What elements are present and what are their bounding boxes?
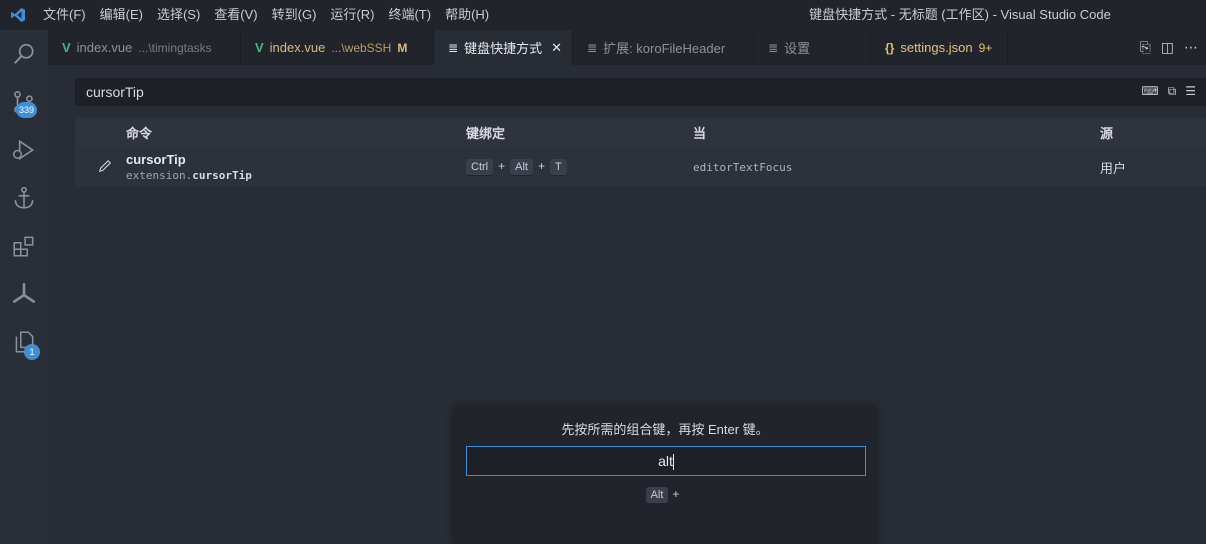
activity-search[interactable]: [0, 30, 48, 78]
activity-bar: 339 1: [0, 30, 48, 544]
menu-go[interactable]: 转到(G): [265, 0, 324, 30]
menu-file[interactable]: 文件(F): [36, 0, 93, 30]
activity-extensions[interactable]: [0, 222, 48, 270]
keybindings-search-input[interactable]: cursorTip ⌨ ⧉ ☰: [75, 78, 1206, 106]
files-badge: 1: [24, 344, 40, 360]
close-icon[interactable]: ✕: [551, 40, 562, 56]
menu-help[interactable]: 帮助(H): [438, 0, 496, 30]
menu-view[interactable]: 查看(V): [207, 0, 264, 30]
menu-run[interactable]: 运行(R): [323, 0, 381, 30]
tab-description: ...\webSSH: [331, 40, 392, 55]
activity-source-control[interactable]: 339: [0, 78, 48, 126]
problems-count: 9+: [978, 40, 993, 55]
tri-branch-icon: [12, 282, 36, 303]
activity-run-debug[interactable]: [0, 126, 48, 174]
modified-status: M: [397, 40, 408, 55]
tab-index-vue-timingtasks[interactable]: V index.vue ...\timingtasks: [48, 30, 241, 65]
define-keybinding-widget: 先按所需的组合键，再按 Enter 键。 alt Alt +: [454, 407, 876, 544]
search-actions: ⌨ ⧉ ☰: [1141, 84, 1196, 99]
keybindings-table: 命令 键绑定 当 源 cursorTip extension.cursorTip…: [75, 117, 1206, 187]
menu-bar: 文件(F) 编辑(E) 选择(S) 查看(V) 转到(G) 运行(R) 终端(T…: [36, 0, 496, 30]
when-cell: editorTextFocus: [693, 160, 793, 174]
record-keys-icon[interactable]: ⌨: [1141, 84, 1158, 99]
tab-label: 设置: [784, 41, 811, 56]
split-editor-icon[interactable]: ◫: [1161, 39, 1174, 56]
anchor-icon: [14, 186, 34, 209]
keybinding-input-value: alt: [658, 453, 673, 469]
search-icon: [14, 43, 34, 64]
vue-icon: V: [255, 40, 264, 55]
header-when[interactable]: 当: [693, 123, 706, 142]
run-debug-icon: [12, 139, 35, 161]
tab-bar: V index.vue ...\timingtasks V index.vue …: [48, 30, 1206, 65]
tab-settings-json[interactable]: {} settings.json 9+: [871, 30, 1008, 65]
tab-label: 键盘快捷方式: [464, 41, 543, 56]
header-source[interactable]: 源: [1100, 123, 1113, 142]
keyboard-icon: ≣: [448, 40, 459, 55]
table-row[interactable]: cursorTip extension.cursorTip Ctrl + Alt + T…: [75, 147, 1206, 187]
edit-pencil-icon[interactable]: [98, 159, 112, 176]
activity-tri-tool[interactable]: [0, 270, 48, 318]
key-ctrl: Ctrl: [466, 159, 494, 176]
header-command[interactable]: 命令: [126, 123, 152, 142]
editor-actions: ⎘ ◫ ⋯: [1140, 30, 1198, 65]
more-actions-icon[interactable]: ⋯: [1184, 39, 1198, 56]
tab-label: index.vue: [76, 40, 133, 55]
command-id-name: cursorTip: [192, 169, 252, 182]
clear-filter-icon[interactable]: ☰: [1185, 84, 1196, 99]
open-json-icon[interactable]: ⎘: [1140, 39, 1151, 56]
tab-label: 扩展: koroFileHeader: [603, 41, 726, 56]
keybinding-input[interactable]: alt: [466, 446, 866, 476]
settings-icon: ≣: [768, 40, 779, 55]
command-id: extension.cursorTip: [126, 169, 252, 182]
vscode-logo-icon: [0, 0, 36, 30]
header-keybinding[interactable]: 键绑定: [466, 123, 505, 142]
tab-keyboard-shortcuts[interactable]: ≣ 键盘快捷方式 ✕: [434, 30, 573, 65]
extension-icon: ≣: [587, 40, 598, 55]
extensions-icon: [13, 236, 34, 257]
key-separator: +: [537, 159, 545, 173]
sort-by-precedence-icon[interactable]: ⧉: [1168, 84, 1177, 99]
tab-index-vue-webssh[interactable]: V index.vue ...\webSSH M: [241, 30, 434, 65]
tab-extension-korofileheader[interactable]: ≣ 扩展: koroFileHeader: [573, 30, 754, 65]
title-bar: 文件(F) 编辑(E) 选择(S) 查看(V) 转到(G) 运行(R) 终端(T…: [0, 0, 1206, 30]
keybinding-cell: Ctrl + Alt + T: [466, 158, 567, 176]
vue-icon: V: [62, 40, 71, 55]
window-title: 键盘快捷方式 - 无标题 (工作区) - Visual Studio Code: [809, 7, 1111, 22]
preview-separator: +: [672, 487, 680, 501]
command-cell: cursorTip extension.cursorTip: [126, 152, 252, 182]
activity-files[interactable]: 1: [0, 318, 48, 366]
widget-message: 先按所需的组合键，再按 Enter 键。: [561, 422, 769, 437]
tab-label: settings.json: [900, 40, 973, 55]
key-alt: Alt: [510, 159, 533, 176]
key-separator: +: [498, 159, 506, 173]
key-t: T: [549, 159, 567, 176]
text-caret: [672, 454, 674, 471]
tab-settings[interactable]: ≣ 设置: [754, 30, 871, 65]
search-value: cursorTip: [86, 84, 144, 100]
scm-badge: 339: [16, 102, 38, 118]
json-braces-icon: {}: [885, 40, 895, 55]
menu-selection[interactable]: 选择(S): [150, 0, 207, 30]
menu-terminal[interactable]: 终端(T): [381, 0, 438, 30]
tab-description: ...\timingtasks: [138, 40, 212, 55]
source-cell: 用户: [1100, 160, 1127, 176]
tab-label: index.vue: [269, 40, 326, 55]
command-title: cursorTip: [126, 152, 186, 167]
keybinding-preview: Alt +: [454, 486, 876, 504]
table-header: 命令 键绑定 当 源: [75, 117, 1206, 147]
menu-edit[interactable]: 编辑(E): [93, 0, 150, 30]
command-id-prefix: extension.: [126, 169, 193, 182]
activity-anchor[interactable]: [0, 174, 48, 222]
preview-key-alt: Alt: [645, 487, 669, 504]
